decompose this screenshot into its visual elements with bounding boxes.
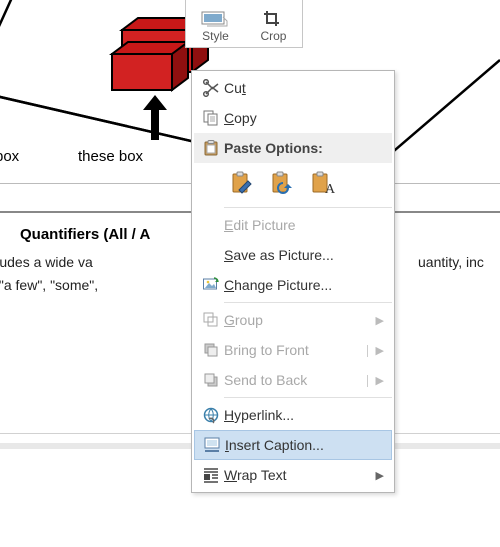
menu-group-label: Group	[224, 312, 376, 328]
picture-style-icon	[201, 11, 229, 27]
menu-send-to-back: Send to Back ▶	[194, 365, 392, 395]
menu-save-as-picture[interactable]: Save as Picture...	[194, 240, 392, 270]
menu-paste-options-header: Paste Options:	[194, 133, 392, 163]
svg-text:A: A	[325, 182, 335, 196]
clipboard-arrow-icon	[269, 170, 295, 196]
menu-copy[interactable]: Copy	[194, 103, 392, 133]
chevron-right-icon: ▶	[376, 374, 384, 387]
menu-paste-options-label: Paste Options:	[224, 140, 384, 156]
chevron-right-icon: ▶	[376, 469, 384, 482]
doc-label-these-box: these box	[78, 148, 143, 165]
menu-wrap-text-label: Wrap Text	[224, 467, 376, 483]
chevron-right-icon: ▶	[376, 314, 384, 327]
insert-caption-icon	[199, 436, 225, 454]
crop-group[interactable]: Crop	[260, 9, 286, 43]
split-divider	[367, 345, 368, 357]
separator	[224, 397, 392, 398]
menu-hyperlink[interactable]: Hyperlink...	[194, 400, 392, 430]
clipboard-brush-icon	[229, 170, 255, 196]
change-picture-icon	[198, 276, 224, 294]
body-line-1-left: ers includes a wide va	[0, 254, 93, 270]
menu-insert-caption[interactable]: Insert Caption...	[194, 430, 392, 460]
context-menu: Cut Copy Paste Options: A Edit Picture S…	[191, 70, 395, 493]
chevron-right-icon: ▶	[376, 344, 384, 357]
scissors-icon	[198, 79, 224, 97]
menu-edit-picture-label: Edit Picture	[224, 217, 384, 233]
clipboard-a-icon: A	[309, 170, 335, 196]
menu-insert-caption-label: Insert Caption...	[225, 437, 383, 453]
separator	[224, 302, 392, 303]
body-line-1: ers includes a wide va	[0, 252, 93, 273]
style-label: Style	[202, 29, 229, 43]
menu-group: Group ▶	[194, 305, 392, 335]
doc-label-box: box	[0, 148, 19, 165]
wrap-text-icon	[198, 466, 224, 484]
menu-bring-to-front: Bring to Front ▶	[194, 335, 392, 365]
separator	[224, 207, 392, 208]
copy-icon	[198, 109, 224, 127]
paste-options-row: A	[194, 163, 392, 205]
body-line-2: ough", "a few", "some",	[0, 275, 98, 296]
crop-icon	[262, 9, 284, 27]
menu-change-picture[interactable]: Change Picture...	[194, 270, 392, 300]
paste-keep-source-button[interactable]	[224, 167, 260, 199]
clipboard-icon	[198, 139, 224, 157]
group-icon	[198, 311, 224, 329]
arrow-icon	[137, 95, 177, 140]
hyperlink-icon	[198, 406, 224, 424]
menu-cut-label: Cut	[224, 80, 384, 96]
bring-front-icon	[198, 341, 224, 359]
menu-cut[interactable]: Cut	[194, 73, 392, 103]
menu-change-picture-label: Change Picture...	[224, 277, 384, 293]
style-group[interactable]: Style	[201, 11, 229, 43]
menu-wrap-text[interactable]: Wrap Text ▶	[194, 460, 392, 490]
menu-send-to-back-label: Send to Back	[224, 372, 376, 388]
send-back-icon	[198, 371, 224, 389]
menu-save-as-picture-label: Save as Picture...	[224, 247, 384, 263]
crop-label: Crop	[260, 29, 286, 43]
menu-edit-picture: Edit Picture	[194, 210, 392, 240]
menu-bring-to-front-label: Bring to Front	[224, 342, 376, 358]
mini-toolbar: Style Crop	[185, 0, 303, 48]
split-divider	[367, 375, 368, 387]
paste-text-only-button[interactable]: A	[304, 167, 340, 199]
menu-copy-label: Copy	[224, 110, 384, 126]
paste-picture-button[interactable]	[264, 167, 300, 199]
body-line-1-tail: uantity, inc	[418, 252, 484, 273]
menu-hyperlink-label: Hyperlink...	[224, 407, 384, 423]
section-heading: Quantifiers (All / A	[20, 224, 150, 247]
